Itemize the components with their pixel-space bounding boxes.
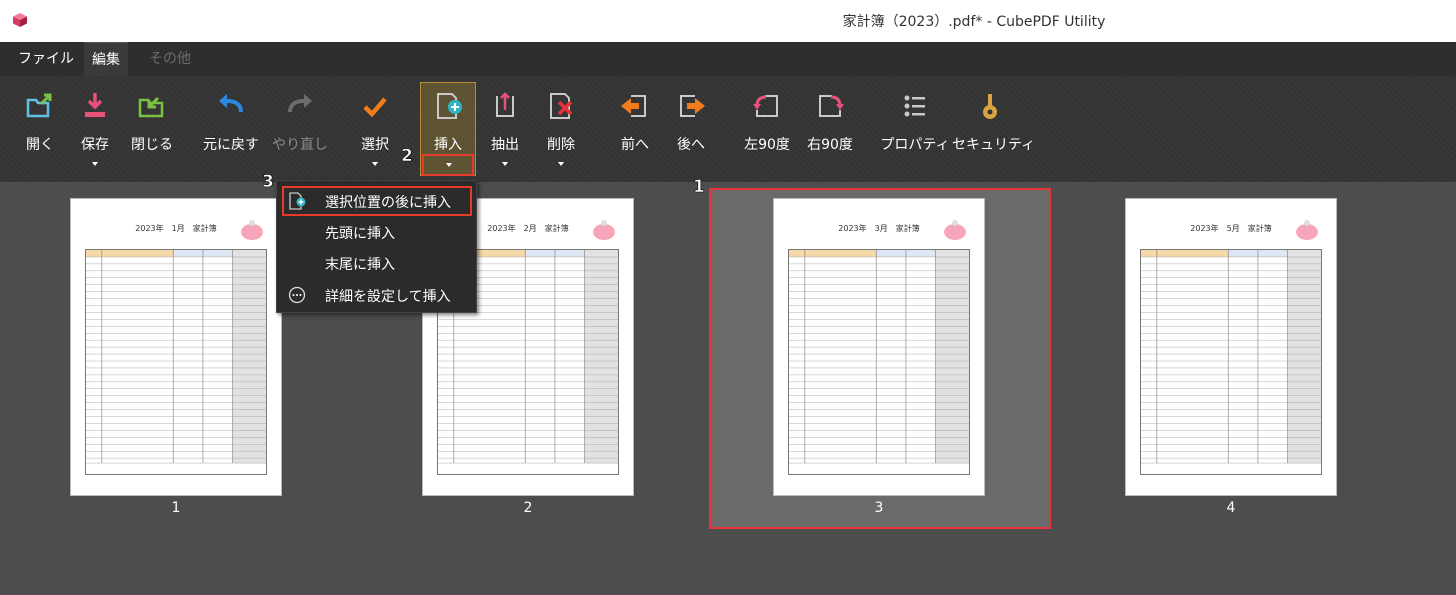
rotate-left-label: 左90度 — [744, 137, 790, 153]
ledger-table — [788, 249, 971, 475]
piggy-bank-icon — [241, 220, 263, 240]
properties-button[interactable]: プロパティ — [880, 76, 950, 182]
undo-label: 元に戻す — [203, 137, 259, 153]
security-label: セキュリティ — [952, 137, 1036, 153]
extract-button[interactable]: 抽出 — [484, 76, 526, 182]
insert-page-icon — [289, 192, 306, 210]
window-title: 家計簿（2023）.pdf* - CubePDF Utility — [842, 14, 1106, 30]
redo-label: やり直し — [272, 137, 328, 153]
page-thumbnail-1[interactable]: 2023年 1月 家計簿 — [70, 198, 282, 496]
ledger-table — [1140, 249, 1323, 475]
annotation-number-1: 1 — [693, 177, 705, 198]
open-button[interactable]: 開く — [18, 76, 62, 182]
tab-file[interactable]: ファイル — [10, 42, 82, 76]
properties-list-icon — [904, 95, 925, 117]
delete-label: 削除 — [547, 137, 575, 153]
annotation-number-2: 2 — [401, 146, 413, 167]
menu-item-insert-detailed[interactable]: 詳細を設定して挿入 — [277, 280, 476, 310]
page-thumbnail-4[interactable]: 2023年 5月 家計簿 — [1125, 198, 1337, 496]
redo-arrow-icon — [288, 94, 312, 113]
page-number-4: 4 — [1226, 500, 1236, 516]
rotate-left-icon — [753, 95, 778, 117]
piggy-bank-icon — [944, 220, 966, 240]
undo-arrow-icon — [219, 94, 243, 113]
save-label: 保存 — [81, 137, 109, 153]
page-number-3: 3 — [874, 500, 884, 516]
move-previous-button[interactable]: 前へ — [612, 76, 658, 182]
delete-page-icon — [550, 93, 573, 119]
save-icon — [85, 93, 105, 117]
rotate-right-icon — [819, 95, 844, 117]
tab-edit[interactable]: 編集 — [84, 42, 128, 76]
move-next-button[interactable]: 後へ — [668, 76, 714, 182]
menu-item-insert-at-end[interactable]: 末尾に挿入 — [277, 248, 476, 278]
close-folder-icon — [138, 96, 164, 118]
page-number-1: 1 — [171, 500, 181, 516]
piggy-bank-icon — [1296, 220, 1318, 240]
properties-label: プロパティ — [880, 137, 950, 153]
page-thumbnail-3[interactable]: 2023年 3月 家計簿 — [773, 198, 985, 496]
select-label: 選択 — [361, 137, 389, 153]
tab-other[interactable]: その他 — [141, 42, 199, 76]
rotate-left-button[interactable]: 左90度 — [738, 76, 796, 182]
menu-item-label: 末尾に挿入 — [325, 257, 395, 273]
redo-button[interactable]: やり直し — [268, 76, 332, 182]
extract-dropdown-arrow-icon[interactable] — [502, 162, 508, 166]
ledger-table — [85, 249, 268, 475]
rotate-right-label: 右90度 — [807, 137, 853, 153]
select-dropdown-arrow-icon[interactable] — [372, 162, 378, 166]
insert-label: 挿入 — [434, 137, 462, 153]
move-next-icon — [680, 95, 705, 117]
menu-item-label: 詳細を設定して挿入 — [325, 289, 451, 305]
open-label: 開く — [26, 137, 54, 153]
move-next-label: 後へ — [677, 137, 705, 153]
close-button[interactable]: 閉じる — [126, 76, 178, 182]
annotation-number-3: 3 — [262, 172, 274, 193]
checkmark-icon — [363, 97, 387, 118]
move-previous-label: 前へ — [621, 137, 649, 153]
extract-label: 抽出 — [491, 137, 519, 153]
menu-bar: ファイル 編集 その他 — [0, 42, 1456, 76]
title-bar: 家計簿（2023）.pdf* - CubePDF Utility — [0, 0, 1456, 42]
menu-item-label: 先頭に挿入 — [325, 226, 395, 242]
insert-dropdown-arrow-icon — [446, 163, 452, 167]
extract-icon — [496, 92, 514, 117]
save-dropdown-arrow-icon[interactable] — [92, 162, 98, 166]
select-button[interactable]: 選択 — [352, 76, 398, 182]
insert-dropdown-menu: 選択位置の後に挿入 先頭に挿入 末尾に挿入 詳細を設定して挿入 — [276, 180, 477, 313]
close-label: 閉じる — [131, 137, 173, 153]
menu-item-label: 選択位置の後に挿入 — [325, 195, 451, 211]
menu-item-insert-after-selection[interactable]: 選択位置の後に挿入 — [277, 186, 476, 216]
move-previous-icon — [621, 95, 646, 117]
delete-dropdown-arrow-icon[interactable] — [558, 162, 564, 166]
rotate-right-button[interactable]: 右90度 — [800, 76, 860, 182]
save-button[interactable]: 保存 — [72, 76, 118, 182]
open-folder-icon — [26, 93, 52, 118]
page-number-2: 2 — [523, 500, 533, 516]
more-options-icon — [288, 286, 306, 304]
undo-button[interactable]: 元に戻す — [196, 76, 266, 182]
delete-button[interactable]: 削除 — [538, 76, 584, 182]
insert-dropdown-toggle[interactable] — [422, 154, 474, 176]
menu-item-insert-at-beginning[interactable]: 先頭に挿入 — [277, 217, 476, 247]
key-icon — [983, 94, 997, 119]
security-button[interactable]: セキュリティ — [952, 76, 1036, 182]
insert-page-icon — [437, 93, 462, 119]
piggy-bank-icon — [593, 220, 615, 240]
